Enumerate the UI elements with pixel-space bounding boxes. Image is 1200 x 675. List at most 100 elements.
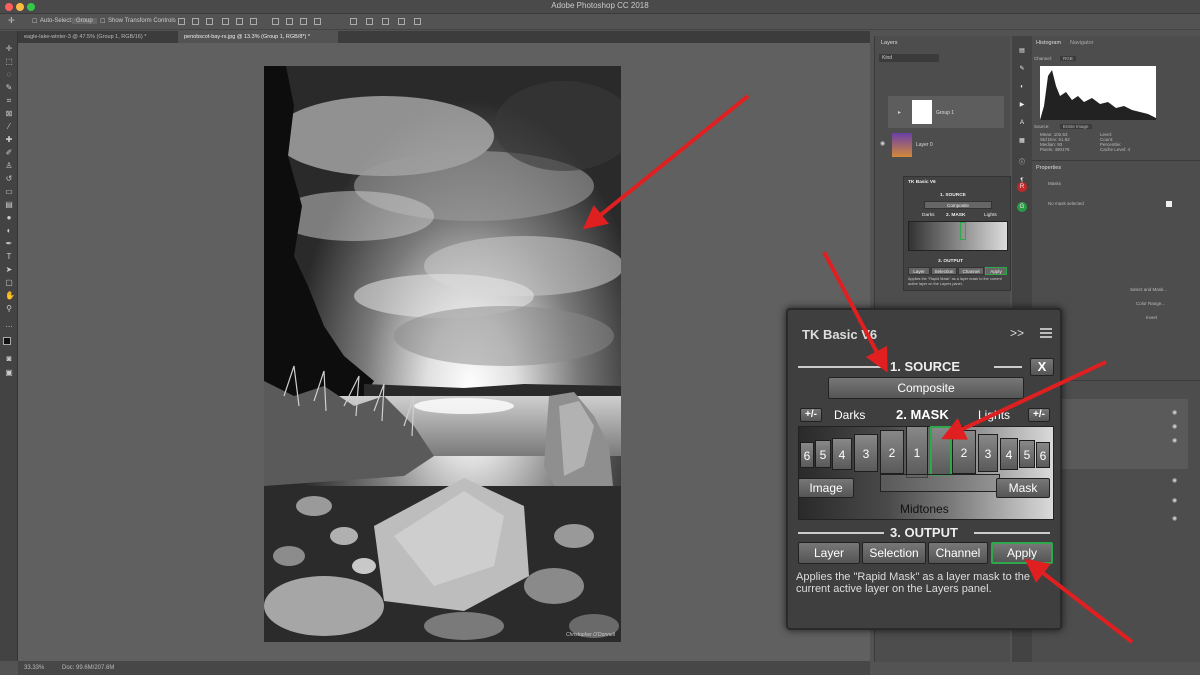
- healing-brush-tool-icon[interactable]: ✚: [5, 136, 13, 144]
- distribute-middle-icon[interactable]: [286, 18, 293, 25]
- output-layer-button[interactable]: Layer: [798, 542, 860, 564]
- close-button[interactable]: X: [1030, 358, 1054, 376]
- align-top-icon[interactable]: [178, 18, 185, 25]
- layer-row-group[interactable]: ▸ Group 1: [888, 96, 1004, 128]
- clone-stamp-tool-icon[interactable]: ♙: [5, 162, 13, 170]
- hand-tool-icon[interactable]: ✋: [5, 292, 15, 300]
- lights-plus-minus-button[interactable]: +/-: [1028, 408, 1050, 422]
- properties-tab[interactable]: Properties: [1036, 165, 1061, 171]
- tk-green-extension-icon[interactable]: G: [1017, 202, 1027, 212]
- quick-select-tool-icon[interactable]: ✎: [5, 84, 13, 92]
- tk-small-midtone-selected[interactable]: [960, 222, 966, 240]
- blur-tool-icon[interactable]: ●: [5, 214, 13, 222]
- move-tool-icon[interactable]: ✛: [5, 45, 13, 53]
- visibility-eye-icon[interactable]: ◉: [1172, 515, 1177, 522]
- dark-step-3-button[interactable]: 3: [854, 434, 878, 472]
- tk-small-mask-zone[interactable]: [908, 221, 1008, 251]
- output-channel-button[interactable]: Channel: [928, 542, 988, 564]
- shape-tool-icon[interactable]: ▢: [5, 279, 13, 287]
- tab-eagle-lake[interactable]: eagle-lake-winter-3 @ 47.5% (Group 1, RG…: [18, 31, 178, 43]
- light-step-3-button[interactable]: 3: [978, 434, 998, 472]
- gradient-tool-icon[interactable]: ▤: [5, 201, 13, 209]
- slide-3d-icon[interactable]: [414, 18, 421, 25]
- quick-mask-icon[interactable]: ◙: [5, 355, 13, 363]
- distribute-left-icon[interactable]: [314, 18, 321, 25]
- eyedropper-tool-icon[interactable]: ⁄: [5, 123, 13, 131]
- tk-red-extension-icon[interactable]: R: [1017, 182, 1027, 192]
- select-and-mask-button[interactable]: Select and Mask...: [1130, 287, 1167, 292]
- light-step-2-button[interactable]: 2: [952, 430, 976, 474]
- tk-small-composite-button[interactable]: Composite: [924, 201, 992, 209]
- layer-filter-kind[interactable]: Kind: [879, 54, 939, 62]
- apply-button[interactable]: Apply: [991, 542, 1053, 564]
- visibility-eye-icon[interactable]: ◉: [1172, 423, 1177, 430]
- dark-step-1-button[interactable]: 1: [906, 426, 928, 478]
- history-icon[interactable]: ▤: [1017, 46, 1027, 56]
- tab-penobscot-bay[interactable]: penobscot-bay-rs.jpg @ 13.3% (Group 1, R…: [178, 31, 338, 43]
- color-range-button[interactable]: Color Range...: [1136, 301, 1165, 306]
- adjustments-icon[interactable]: ◐: [1017, 82, 1027, 92]
- doc-size[interactable]: Doc: 99.6M/207.6M: [62, 665, 114, 671]
- source-select[interactable]: Entire Image: [1060, 124, 1092, 129]
- light-step-6-button[interactable]: 6: [1036, 442, 1050, 468]
- lasso-tool-icon[interactable]: ◌: [5, 71, 13, 79]
- align-right-icon[interactable]: [250, 18, 257, 25]
- composite-button[interactable]: Composite: [828, 377, 1024, 399]
- dark-step-5-button[interactable]: 5: [815, 440, 831, 468]
- layer-row-layer0[interactable]: ◉ Layer 0: [880, 130, 1004, 160]
- foreground-color-swatch[interactable]: [3, 337, 11, 345]
- path-selection-tool-icon[interactable]: ➤: [5, 266, 13, 274]
- move-tool-icon[interactable]: ✛: [8, 16, 15, 25]
- darks-plus-minus-button[interactable]: +/-: [800, 408, 822, 422]
- visibility-eye-icon[interactable]: ◉: [880, 140, 885, 147]
- mask-button[interactable]: Mask: [996, 478, 1050, 498]
- panel-menu-icon[interactable]: [1040, 328, 1052, 338]
- more-tools-icon[interactable]: …: [5, 321, 13, 329]
- brush-settings-icon[interactable]: ✎: [1017, 64, 1027, 74]
- pixel-mask-icon[interactable]: [1166, 201, 1172, 207]
- auto-select-dropdown[interactable]: Group: [72, 18, 97, 24]
- type-tool-icon[interactable]: T: [5, 253, 13, 261]
- rotate-3d-icon[interactable]: [366, 18, 373, 25]
- align-bottom-icon[interactable]: [206, 18, 213, 25]
- invert-button[interactable]: Invert: [1146, 315, 1157, 320]
- character-icon[interactable]: A: [1017, 118, 1027, 128]
- auto-select-checkbox[interactable]: ☐: [32, 18, 37, 25]
- collapse-icon[interactable]: >>: [1010, 326, 1024, 340]
- history-brush-tool-icon[interactable]: ↺: [5, 175, 13, 183]
- tk-small-layer-button[interactable]: Layer: [908, 267, 930, 275]
- align-middle-icon[interactable]: [192, 18, 199, 25]
- eraser-tool-icon[interactable]: ▭: [5, 188, 13, 196]
- info-icon[interactable]: ⓘ: [1017, 158, 1027, 168]
- document-photo[interactable]: Christopher O'Donnell: [264, 66, 621, 642]
- 3d-mode-icon[interactable]: [350, 18, 357, 25]
- crop-tool-icon[interactable]: ⌗: [5, 97, 13, 105]
- brush-tool-icon[interactable]: ✐: [5, 149, 13, 157]
- tk-small-apply-button[interactable]: Apply: [985, 267, 1007, 275]
- roll-3d-icon[interactable]: [382, 18, 389, 25]
- pan-3d-icon[interactable]: [398, 18, 405, 25]
- distribute-bottom-icon[interactable]: [300, 18, 307, 25]
- visibility-eye-icon[interactable]: ◉: [1172, 409, 1177, 416]
- align-center-icon[interactable]: [236, 18, 243, 25]
- dark-step-6-button[interactable]: 6: [800, 442, 814, 468]
- light-step-5-button[interactable]: 5: [1019, 440, 1035, 468]
- histogram-tab[interactable]: Histogram: [1036, 40, 1061, 46]
- output-selection-button[interactable]: Selection: [862, 542, 926, 564]
- distribute-top-icon[interactable]: [272, 18, 279, 25]
- midtones-bracket[interactable]: [880, 474, 1000, 492]
- screen-mode-icon[interactable]: ▣: [5, 369, 13, 377]
- transform-checkbox[interactable]: ☐: [100, 18, 105, 25]
- visibility-eye-icon[interactable]: ◉: [1172, 437, 1177, 444]
- tk-small-channel-button[interactable]: Channel: [958, 267, 984, 275]
- dodge-tool-icon[interactable]: ◐: [5, 227, 13, 235]
- actions-icon[interactable]: ▶: [1017, 100, 1027, 110]
- zoom-level[interactable]: 33.33%: [24, 665, 44, 671]
- light-step-4-button[interactable]: 4: [1000, 438, 1018, 470]
- image-button[interactable]: Image: [798, 478, 854, 498]
- libraries-icon[interactable]: ▦: [1017, 136, 1027, 146]
- pen-tool-icon[interactable]: ✒: [5, 240, 13, 248]
- navigator-tab[interactable]: Navigator: [1070, 40, 1094, 46]
- dark-step-2-button[interactable]: 2: [880, 430, 904, 474]
- dark-step-4-button[interactable]: 4: [832, 438, 852, 470]
